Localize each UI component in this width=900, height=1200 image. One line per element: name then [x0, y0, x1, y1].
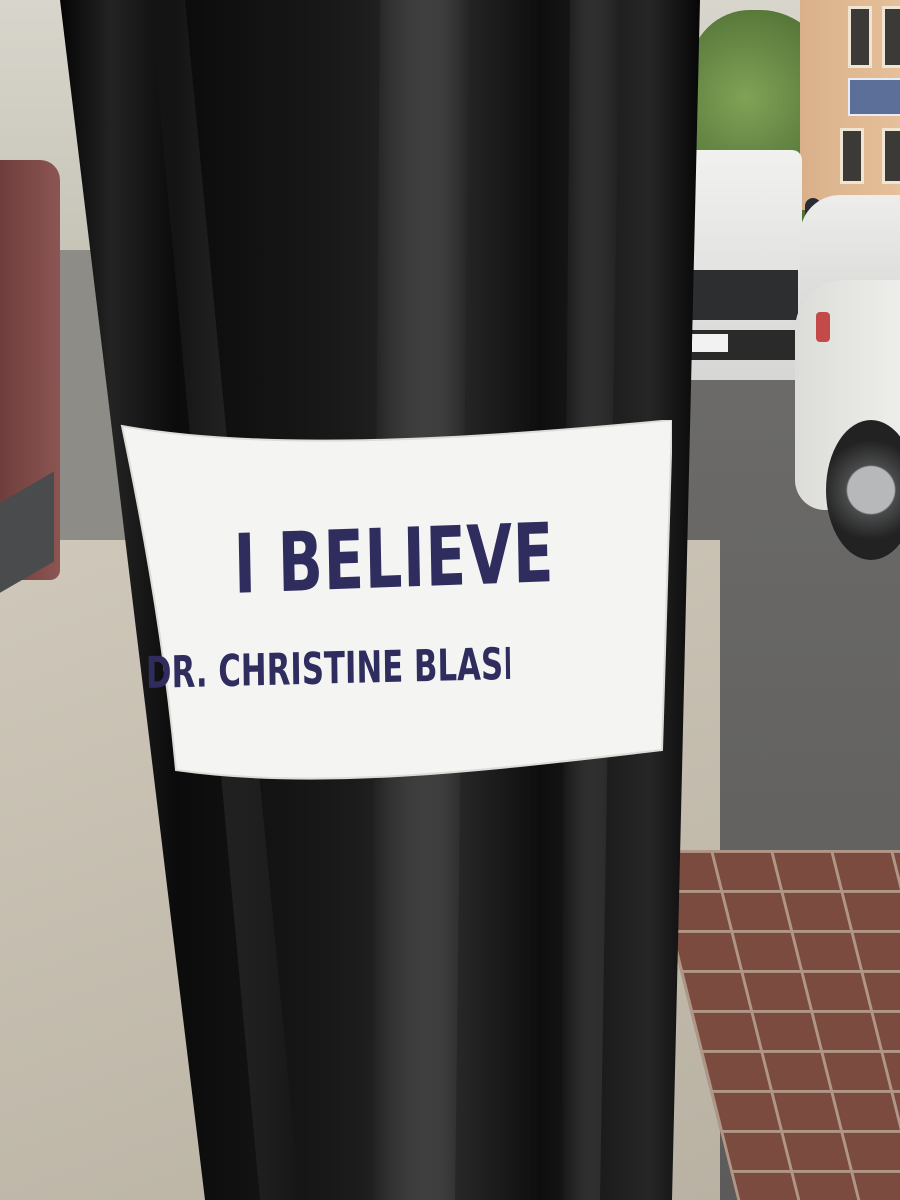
sticker-subline: DR. CHRISTINE BLASEY FORD — [145, 638, 511, 699]
sticker-headline: I BELIEVE — [233, 506, 555, 613]
sticker: I BELIEVE DR. CHRISTINE BLASEY FORD — [116, 420, 672, 804]
street-scene: I BELIEVE DR. CHRISTINE BLASEY FORD — [0, 0, 900, 1200]
sticker-text: I BELIEVE DR. CHRISTINE BLASEY FORD — [116, 420, 672, 804]
